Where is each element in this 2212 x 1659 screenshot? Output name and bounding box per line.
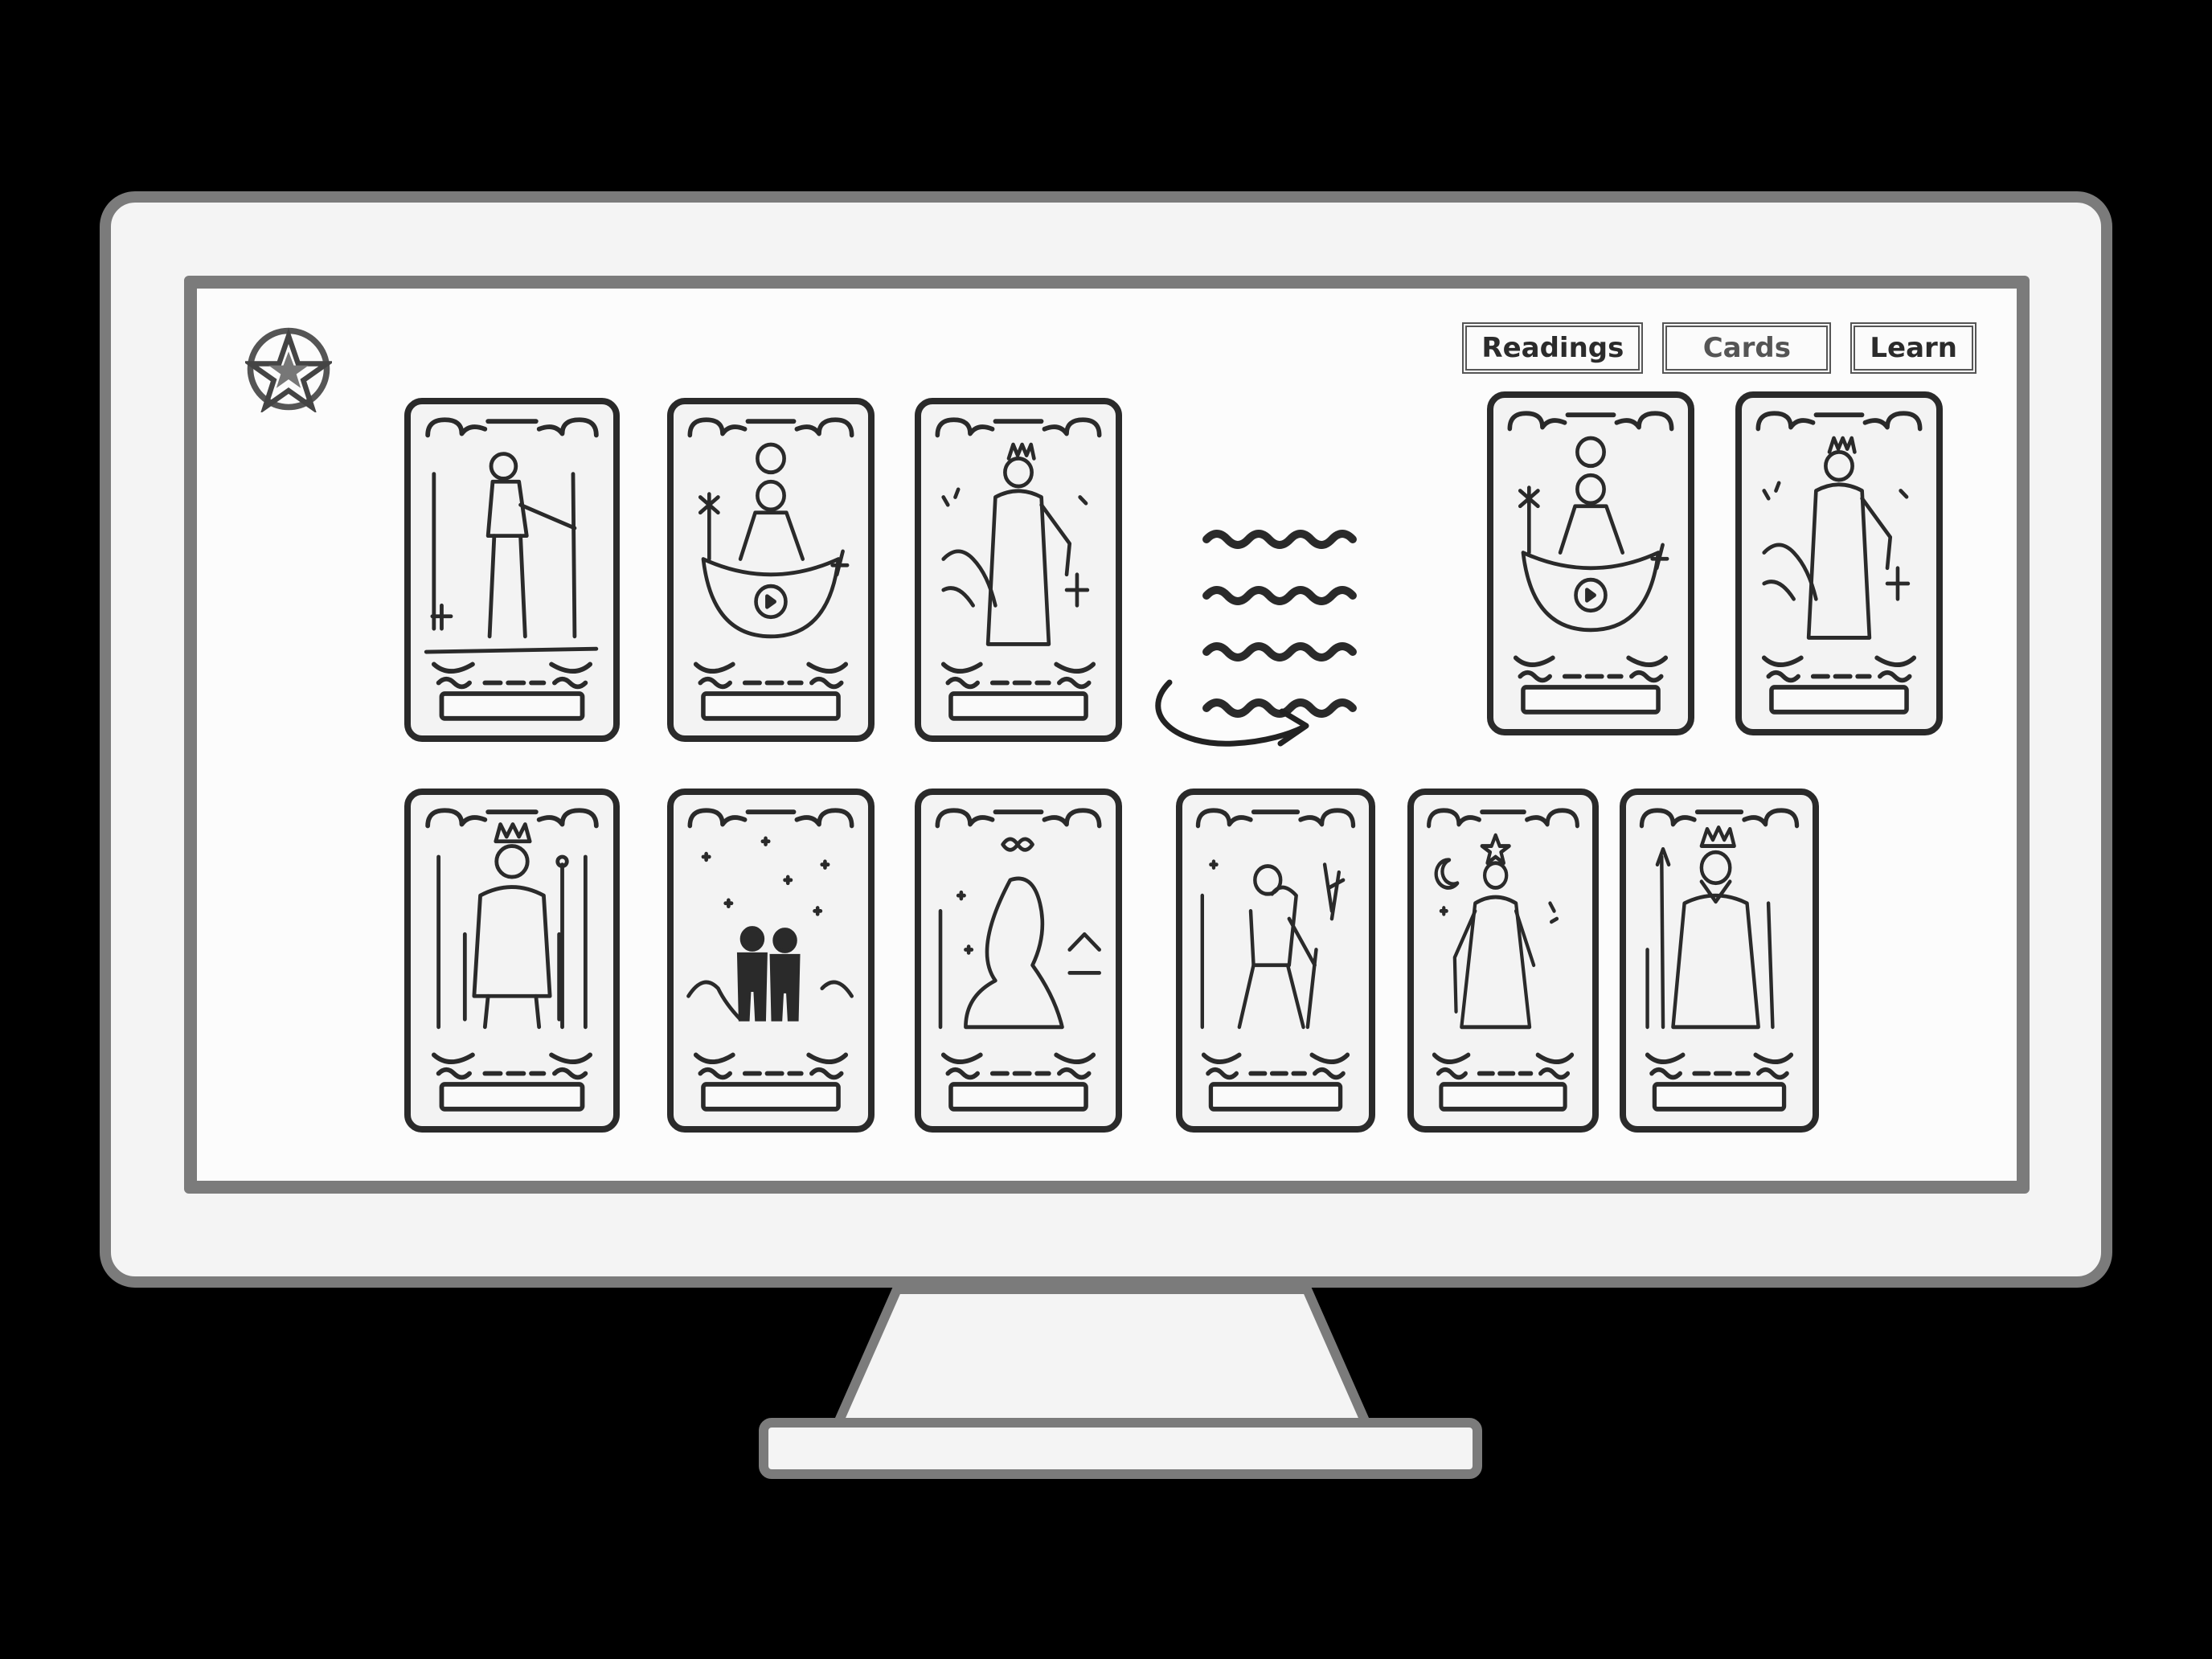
crowned-figure-with-cross-icon — [935, 417, 1102, 721]
enthroned-king-with-staff-icon — [425, 808, 599, 1112]
tarot-card-figure-at-cauldron-with-sun[interactable] — [1487, 391, 1694, 735]
tarot-card-walking-figure-with-stick[interactable] — [1176, 789, 1375, 1133]
walking-figure-with-stick-icon — [1195, 808, 1356, 1112]
tarot-card-figure-at-cauldron-with-sun[interactable] — [667, 398, 875, 742]
screen: Readings Cards Learn — [184, 276, 2030, 1194]
queen-with-moon-and-star-icon — [1427, 808, 1579, 1112]
card-grid — [197, 289, 2017, 1181]
sphinx-with-infinity-icon — [935, 808, 1102, 1112]
two-figures-under-stars-icon — [686, 808, 854, 1112]
tarot-card-enthroned-king-with-staff[interactable] — [404, 789, 620, 1133]
figure-at-cauldron-with-sun-icon — [1507, 411, 1674, 715]
tarot-card-crowned-figure-with-cross[interactable] — [1735, 391, 1943, 735]
emperor-with-sceptre-icon — [1639, 808, 1800, 1112]
tarot-card-crowned-figure-with-cross[interactable] — [915, 398, 1122, 742]
tarot-card-sphinx-with-infinity[interactable] — [915, 789, 1122, 1133]
tarot-card-two-figures-under-stars[interactable] — [667, 789, 875, 1133]
standing-figure-with-staff-icon — [424, 417, 599, 721]
tarot-card-emperor-with-sceptre[interactable] — [1620, 789, 1819, 1133]
curved-arrow-icon — [1155, 679, 1309, 747]
tarot-card-queen-with-moon-and-star[interactable] — [1407, 789, 1599, 1133]
crowned-figure-with-cross-icon — [1755, 411, 1923, 715]
monitor-bezel: Readings Cards Learn — [100, 191, 2112, 1288]
tarot-card-standing-figure-with-staff[interactable] — [404, 398, 620, 742]
figure-at-cauldron-with-sun-icon — [687, 417, 854, 721]
